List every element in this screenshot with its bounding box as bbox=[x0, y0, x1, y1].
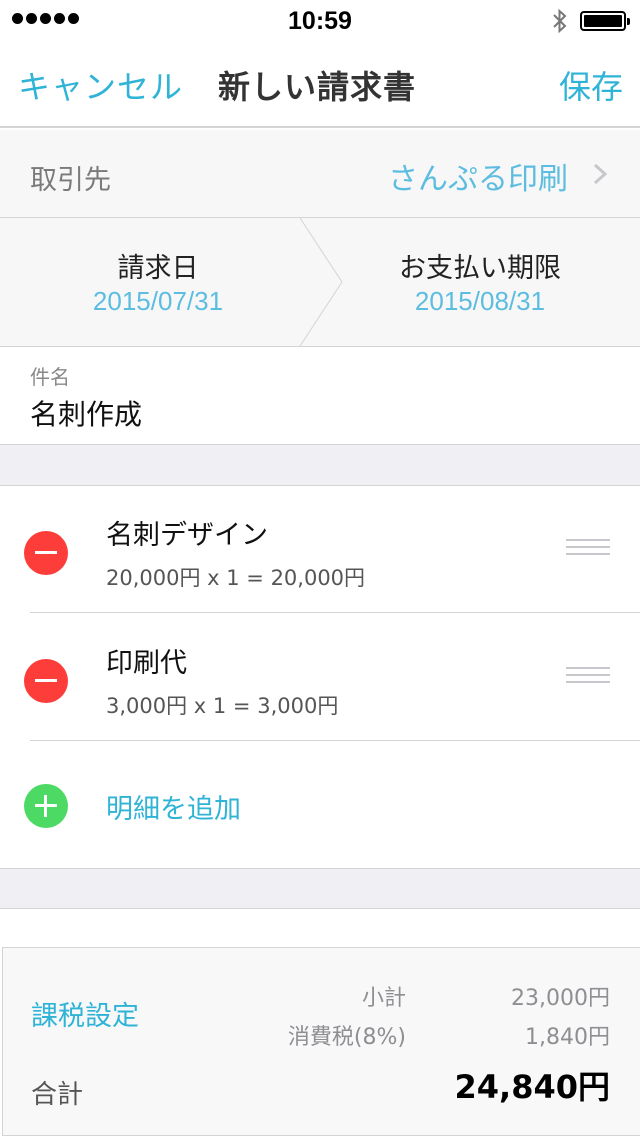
line-items-section: 名刺デザイン 20,000円 x 1 = 20,000円 印刷代 3,000円 … bbox=[0, 487, 640, 868]
add-item-label: 明細を追加 bbox=[106, 794, 241, 825]
invoice-date-value: 2015/07/31 bbox=[92, 286, 224, 316]
chevron-right-icon bbox=[593, 163, 608, 185]
drag-handle-icon[interactable] bbox=[566, 539, 610, 559]
due-date-value: 2015/08/31 bbox=[414, 286, 546, 316]
tax-setting-button[interactable]: 課税設定 bbox=[31, 994, 139, 1033]
remove-item-button[interactable] bbox=[24, 659, 68, 703]
total-label: 合計 bbox=[31, 1080, 84, 1110]
status-bar: 10:59 bbox=[0, 0, 640, 40]
invoice-date-label: 請求日 bbox=[117, 253, 199, 284]
client-label: 取引先 bbox=[30, 165, 111, 196]
add-item-row[interactable]: 明細を追加 bbox=[0, 743, 640, 868]
subject-value: 名刺作成 bbox=[30, 398, 143, 431]
section-gap bbox=[0, 868, 640, 909]
battery-icon bbox=[580, 11, 630, 31]
invoice-date-cell[interactable]: 請求日 2015/07/31 bbox=[0, 218, 320, 346]
navigation-bar: キャンセル 新しい請求書 保存 bbox=[0, 40, 640, 128]
cancel-button[interactable]: キャンセル bbox=[18, 62, 183, 108]
save-button[interactable]: 保存 bbox=[559, 62, 623, 108]
subtotal-label: 小計 bbox=[361, 986, 406, 1011]
subtotal-value: 23,000円 bbox=[511, 986, 610, 1011]
page-title: 新しい請求書 bbox=[218, 68, 417, 106]
drag-handle-icon[interactable] bbox=[566, 667, 610, 687]
item-calculation: 3,000円 x 1 = 3,000円 bbox=[106, 694, 339, 718]
due-date-cell[interactable]: お支払い期限 2015/08/31 bbox=[320, 218, 640, 346]
list-item[interactable]: 印刷代 3,000円 x 1 = 3,000円 bbox=[0, 615, 640, 743]
section-gap bbox=[0, 445, 640, 486]
list-item[interactable]: 名刺デザイン 20,000円 x 1 = 20,000円 bbox=[0, 487, 640, 615]
subject-label: 件名 bbox=[30, 365, 70, 389]
divider bbox=[30, 612, 640, 613]
dates-row: 請求日 2015/07/31 お支払い期限 2015/08/31 bbox=[0, 218, 640, 347]
item-name: 名刺デザイン bbox=[106, 520, 268, 551]
client-row[interactable]: 取引先 さんぷる印刷 bbox=[0, 130, 640, 218]
status-time: 10:59 bbox=[288, 7, 352, 35]
tax-label: 消費税(8%) bbox=[287, 1025, 406, 1050]
divider bbox=[30, 740, 640, 741]
date-separator-arrow-icon bbox=[296, 218, 343, 346]
add-item-button[interactable] bbox=[24, 784, 68, 828]
bluetooth-icon bbox=[553, 8, 567, 34]
due-date-label: お支払い期限 bbox=[399, 253, 561, 284]
tax-value: 1,840円 bbox=[525, 1025, 610, 1050]
subject-field[interactable]: 件名 名刺作成 bbox=[0, 347, 640, 445]
item-name: 印刷代 bbox=[106, 648, 187, 679]
client-value: さんぷる印刷 bbox=[388, 162, 568, 197]
item-calculation: 20,000円 x 1 = 20,000円 bbox=[106, 566, 366, 590]
remove-item-button[interactable] bbox=[24, 531, 68, 575]
totals-panel: 課税設定 小計 23,000円 消費税(8%) 1,840円 合計 24,840… bbox=[2, 947, 640, 1136]
total-value: 24,840円 bbox=[454, 1068, 611, 1106]
